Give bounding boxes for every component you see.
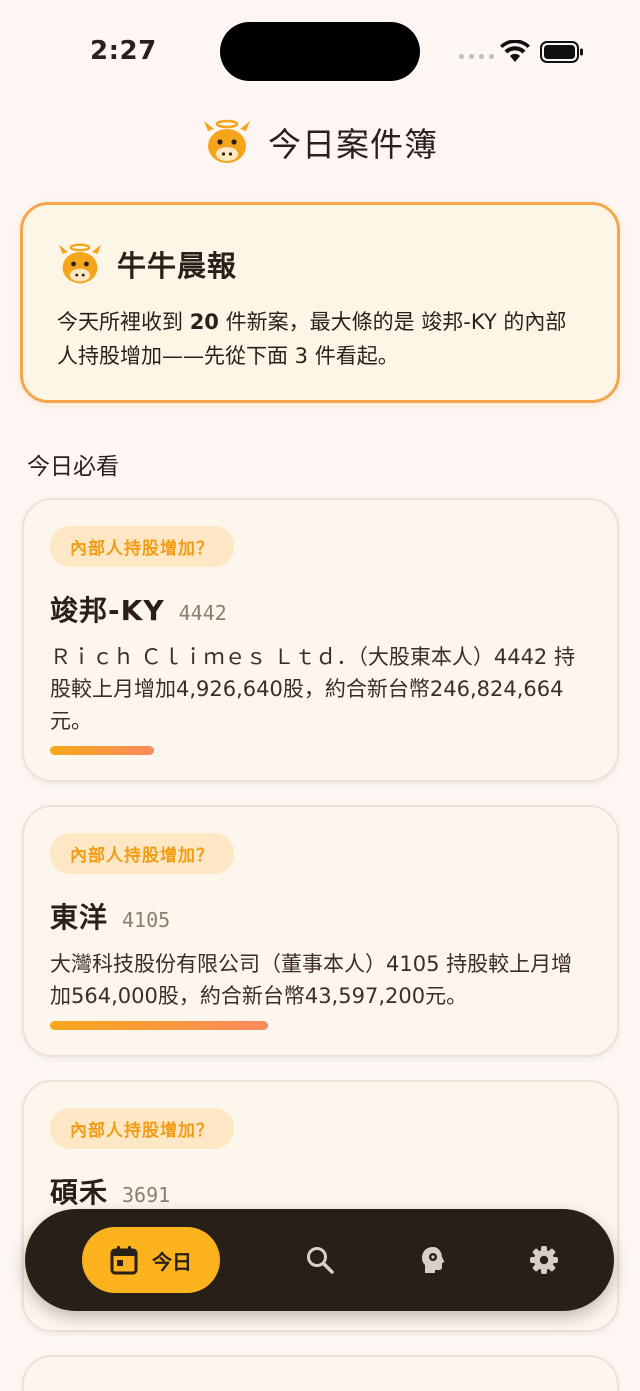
case-description: 大灣科技股份有限公司（董事本人）4105 持股較上月增加564,000股，約合新… — [50, 952, 573, 1008]
company-name: 竣邦-KY — [50, 594, 165, 627]
morning-brief-card: 牛牛晨報 今天所裡收到 20 件新案，最大條的是 竣邦-KY 的內部人持股增加—… — [20, 202, 620, 403]
case-title-row: 碩禾 3691 — [50, 1171, 591, 1211]
stock-code: 4442 — [178, 601, 227, 625]
brief-count: 20 — [189, 310, 219, 334]
case-title-row: 東洋 4105 — [50, 896, 591, 936]
case-card[interactable]: 內部人持股增加？ 東洋 4105 大灣科技股份有限公司（董事本人）4105 持股… — [22, 805, 619, 1057]
brief-title: 牛牛晨報 — [117, 249, 238, 283]
app-header: 今日案件簿 — [0, 112, 640, 172]
company-name: 東洋 — [50, 901, 109, 934]
stock-code: 4105 — [122, 908, 171, 932]
case-description: Ｒｉｃｈ Ｃｌｉｍｅｓ Ｌｔｄ．（大股東本人）4442 持股較上月增加4,926… — [50, 645, 575, 733]
brief-text-pre: 今天所裡收到 — [57, 310, 190, 334]
case-tag: 內部人持股增加？ — [50, 1108, 234, 1149]
page-title: 今日案件簿 — [268, 125, 438, 164]
case-card[interactable] — [22, 1355, 619, 1391]
bull-mascot-icon — [58, 243, 102, 284]
brief-header: 牛牛晨報 — [57, 241, 583, 287]
cellular-signal-icon — [459, 54, 494, 59]
case-card[interactable]: 內部人持股增加？ 竣邦-KY 4442 Ｒｉｃｈ Ｃｌｉｍｅｓ Ｌｔｄ．（大股東… — [22, 498, 619, 782]
company-name: 碩禾 — [50, 1176, 109, 1209]
status-time: 2:27 — [90, 36, 157, 66]
brief-body: 今天所裡收到 20 件新案，最大條的是 竣邦-KY 的內部人持股增加——先從下面… — [57, 305, 583, 373]
nav-tab-today[interactable]: 今日 — [82, 1227, 220, 1293]
stock-code: 3691 — [122, 1183, 171, 1207]
status-bar: 2:27 — [0, 0, 640, 100]
case-progress-bar — [50, 1021, 268, 1030]
bull-mascot-icon — [204, 119, 250, 163]
case-progress-bar — [50, 746, 154, 755]
insight-head-icon[interactable] — [417, 1244, 449, 1276]
bottom-nav-bar: 今日 — [25, 1209, 614, 1311]
wifi-icon — [500, 40, 530, 62]
section-title: 今日必看 — [27, 454, 119, 480]
calendar-icon — [110, 1246, 138, 1275]
nav-tab-today-label: 今日 — [152, 1249, 192, 1274]
case-tag: 內部人持股增加？ — [50, 833, 234, 874]
battery-icon — [540, 41, 583, 63]
search-icon[interactable] — [304, 1244, 336, 1276]
settings-gear-icon[interactable] — [528, 1244, 560, 1276]
dynamic-island — [220, 22, 420, 81]
case-title-row: 竣邦-KY 4442 — [50, 589, 591, 629]
case-tag: 內部人持股增加？ — [50, 526, 234, 567]
